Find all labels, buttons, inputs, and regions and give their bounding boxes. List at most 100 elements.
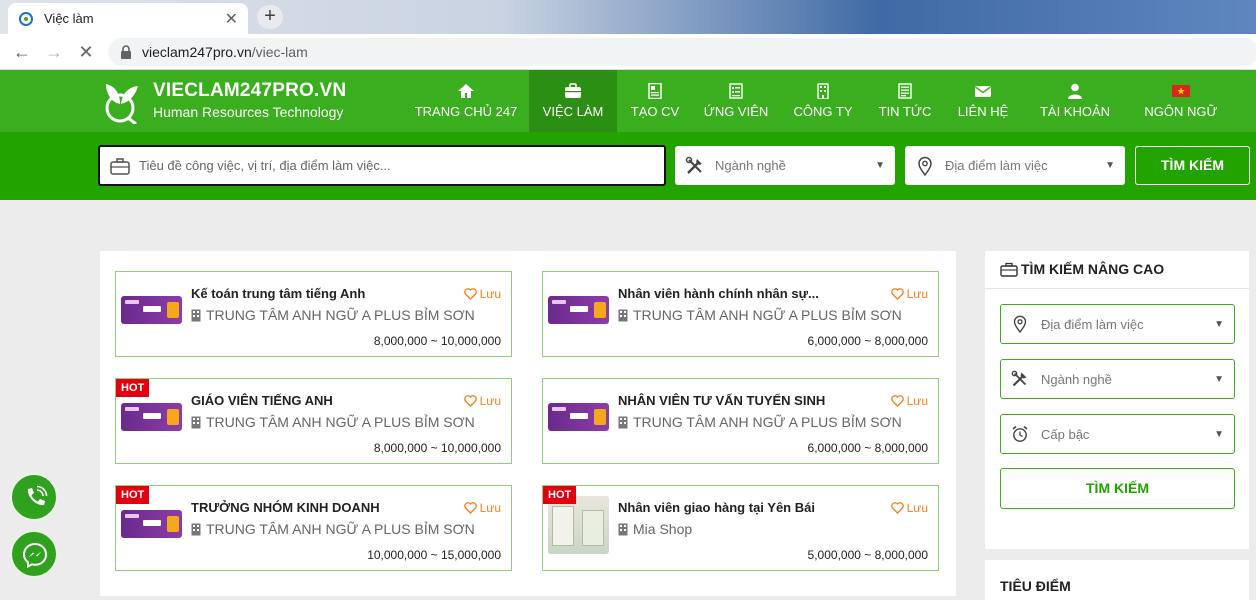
advanced-search-title: TÌM KIẾM NÂNG CAO xyxy=(1021,261,1165,277)
close-tab-icon[interactable]: ✕ xyxy=(225,9,238,29)
job-card[interactable]: HOT TRƯỞNG NHÓM KINH DOANH TRUNG TÂM ANH… xyxy=(115,485,512,571)
save-job-button[interactable]: Lưu xyxy=(463,394,501,408)
nav-item-news[interactable]: TIN TỨC xyxy=(867,70,943,132)
save-job-button[interactable]: Lưu xyxy=(890,287,928,301)
user-icon xyxy=(1068,83,1082,99)
company-name-text: TRUNG TÂM ANH NGỮ A PLUS BỈM SƠN xyxy=(633,414,902,430)
job-title[interactable]: GIÁO VIÊN TIẾNG ANH xyxy=(191,393,333,408)
save-label: Lưu xyxy=(906,501,928,515)
company-name: TRUNG TÂM ANH NGỮ A PLUS BỈM SƠN xyxy=(191,307,475,323)
job-title[interactable]: Kế toán trung tâm tiếng Anh xyxy=(191,286,365,301)
forward-arrow-icon[interactable]: → xyxy=(42,40,66,64)
nav-item-home[interactable]: TRANG CHỦ 247 xyxy=(403,70,529,132)
advanced-search-heading: TÌM KIẾM NÂNG CAO xyxy=(1000,261,1164,277)
map-pin-icon xyxy=(918,156,932,176)
nav-item-contact[interactable]: LIÊN HỆ xyxy=(943,70,1023,132)
nav-item-create-cv[interactable]: TẠO CV xyxy=(617,70,693,132)
cv-icon xyxy=(648,83,662,99)
industry-select[interactable]: Ngành nghề ▼ xyxy=(675,146,895,185)
heart-icon xyxy=(890,395,904,407)
nav-label: LIÊN HỆ xyxy=(957,104,1009,119)
call-button[interactable] xyxy=(10,473,58,521)
heart-icon xyxy=(890,288,904,300)
side-level-placeholder: Cấp bậc xyxy=(1041,426,1090,442)
hot-badge: HOT xyxy=(543,486,577,504)
tools-icon xyxy=(1011,370,1027,387)
job-card[interactable]: Kế toán trung tâm tiếng Anh TRUNG TÂM AN… xyxy=(115,271,512,357)
job-title[interactable]: TRƯỞNG NHÓM KINH DOANH xyxy=(191,500,380,515)
chevron-down-icon: ▼ xyxy=(1105,160,1115,171)
brand[interactable]: VIECLAM247PRO.VN Human Resources Technol… xyxy=(153,80,346,120)
messenger-button[interactable] xyxy=(10,530,58,578)
alarm-clock-icon xyxy=(1012,425,1028,442)
briefcase-icon xyxy=(1000,262,1018,277)
site-logo-icon[interactable] xyxy=(100,80,142,124)
briefcase-icon xyxy=(565,83,581,98)
side-search-button[interactable]: TÌM KIẾM xyxy=(1000,468,1235,509)
salary: 5,000,000 ~ 8,000,000 xyxy=(807,548,928,562)
nav-item-jobs[interactable]: VIỆC LÀM xyxy=(529,70,617,132)
job-card[interactable]: HOT Nhân viên giao hàng tại Yên Bái Mia … xyxy=(542,485,939,571)
building-icon xyxy=(618,416,628,428)
company-name: Mia Shop xyxy=(618,521,692,537)
job-card[interactable]: NHÂN VIÊN TƯ VẤN TUYỂN SINH TRUNG TÂM AN… xyxy=(542,378,939,464)
salary: 6,000,000 ~ 8,000,000 xyxy=(807,334,928,348)
company-logo xyxy=(121,296,182,324)
hot-badge: HOT xyxy=(116,486,150,504)
briefcase-icon xyxy=(110,157,130,175)
job-title[interactable]: NHÂN VIÊN TƯ VẤN TUYỂN SINH xyxy=(618,393,825,408)
location-select[interactable]: Địa điểm làm việc ▼ xyxy=(905,146,1125,185)
job-card[interactable]: HOT GIÁO VIÊN TIẾNG ANH TRUNG TÂM ANH NG… xyxy=(115,378,512,464)
save-job-button[interactable]: Lưu xyxy=(890,394,928,408)
nav-label: TẠO CV xyxy=(630,104,680,119)
url-path: /viec-lam xyxy=(251,44,308,60)
save-label: Lưu xyxy=(479,501,501,515)
chevron-down-icon: ▼ xyxy=(875,160,885,171)
tools-icon xyxy=(685,156,702,174)
phone-icon xyxy=(27,485,48,506)
building-icon xyxy=(618,309,628,321)
salary: 8,000,000 ~ 10,000,000 xyxy=(373,334,501,348)
brand-name: VIECLAM247PRO.VN xyxy=(153,80,347,101)
side-industry-select[interactable]: Ngành nghề ▼ xyxy=(1000,359,1235,399)
save-job-button[interactable]: Lưu xyxy=(890,501,928,515)
save-job-button[interactable]: Lưu xyxy=(463,501,501,515)
save-label: Lưu xyxy=(479,394,501,408)
job-card[interactable]: Nhân viên hành chính nhân sự... TRUNG TÂ… xyxy=(542,271,939,357)
company-name: TRUNG TÂM ANH NGỮ A PLUS BỈM SƠN xyxy=(191,414,475,430)
news-icon xyxy=(898,83,912,99)
building-icon xyxy=(618,523,628,535)
browser-tab[interactable]: Việc làm ✕ xyxy=(8,3,248,34)
chevron-down-icon: ▼ xyxy=(1214,428,1224,440)
back-arrow-icon[interactable]: ← xyxy=(10,40,34,64)
side-industry-placeholder: Ngành nghề xyxy=(1041,371,1112,387)
map-pin-icon xyxy=(1013,315,1027,333)
location-placeholder: Địa điểm làm việc xyxy=(945,158,1048,173)
job-title[interactable]: Nhân viên hành chính nhân sự... xyxy=(618,286,819,301)
side-level-select[interactable]: Cấp bậc ▼ xyxy=(1000,414,1235,454)
nav-item-account[interactable]: TÀI KHOẢN xyxy=(1023,70,1127,132)
building-icon xyxy=(817,83,829,99)
salary: 6,000,000 ~ 8,000,000 xyxy=(807,441,928,455)
brand-tagline: Human Resources Technology xyxy=(153,104,344,120)
nav-item-companies[interactable]: CÔNG TY xyxy=(779,70,867,132)
heart-icon xyxy=(463,395,477,407)
side-location-select[interactable]: Địa điểm làm việc ▼ xyxy=(1000,304,1235,344)
omnibox[interactable]: vieclam247pro.vn/viec-lam xyxy=(108,38,1256,66)
nav-label: TRANG CHỦ 247 xyxy=(414,104,518,119)
home-icon xyxy=(458,84,474,98)
keyword-search-input[interactable]: Tiêu đề công việc, vị trí, địa điểm làm … xyxy=(98,145,666,186)
search-button[interactable]: TÌM KIẾM xyxy=(1135,146,1250,185)
lock-icon xyxy=(121,45,131,59)
nav-item-candidates[interactable]: ỨNG VIÊN xyxy=(693,70,779,132)
save-job-button[interactable]: Lưu xyxy=(463,287,501,301)
stop-loading-icon[interactable]: ✕ xyxy=(74,40,98,64)
nav-item-language[interactable]: NGÔN NGỮ xyxy=(1127,70,1235,132)
messenger-icon xyxy=(22,542,48,568)
job-title[interactable]: Nhân viên giao hàng tại Yên Bái xyxy=(618,500,815,515)
nav-label: TIN TỨC xyxy=(878,104,932,119)
building-icon xyxy=(191,309,201,321)
address-bar-row: ← → ✕ vieclam247pro.vn/viec-lam xyxy=(0,34,1256,70)
new-tab-button[interactable]: + xyxy=(257,5,283,29)
nav-label: VIỆC LÀM xyxy=(542,104,604,119)
